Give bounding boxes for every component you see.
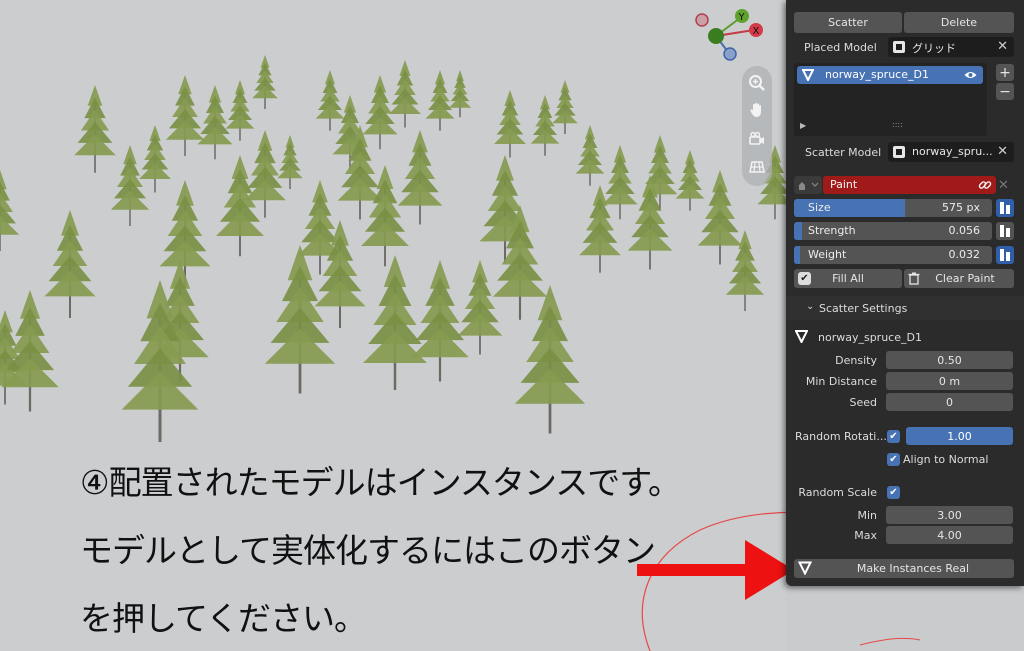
expand-triangle-icon[interactable]: ▶ <box>800 121 806 130</box>
clear-paint-label: Clear Paint <box>935 272 995 285</box>
object-icon <box>893 41 905 53</box>
fill-all-check-icon: ✔ <box>798 272 811 285</box>
strength-slider[interactable]: Strength 0.056 <box>794 222 992 240</box>
scatter-sidebar-panel: Scatter Delete Placed Model グリッド ✕ norwa… <box>786 0 1024 586</box>
make-instances-real-label: Make Instances Real <box>856 562 970 575</box>
min-label: Min <box>857 509 877 522</box>
density-label: Density <box>835 354 877 367</box>
strength-slider-fill <box>794 222 802 240</box>
scatter-button[interactable]: Scatter <box>794 12 902 33</box>
size-slider[interactable]: Size 575 px <box>794 199 992 217</box>
random-scale-label: Random Scale <box>798 486 877 499</box>
fill-all-label: Fill All <box>832 272 864 285</box>
model-list: norway_spruce_D1 ▶ :::: <box>794 63 987 136</box>
list-item-selected[interactable]: norway_spruce_D1 <box>797 66 983 84</box>
remove-item-button[interactable]: − <box>996 83 1014 100</box>
align-to-normal-label: Align to Normal <box>903 453 989 466</box>
clear-icon[interactable]: ✕ <box>997 39 1008 54</box>
weight-label: Weight <box>808 248 847 261</box>
strength-label: Strength <box>808 224 856 237</box>
seed-label: Seed <box>849 396 878 409</box>
scatter-model-field[interactable]: norway_spru... ✕ <box>888 142 1014 162</box>
strength-pressure-icon[interactable] <box>996 222 1014 240</box>
model-triangle-icon <box>798 561 812 575</box>
clear-icon[interactable]: ✕ <box>997 144 1008 159</box>
paint-attribute-field[interactable]: Paint <box>823 176 996 194</box>
max-scale-field[interactable]: 4.00 <box>886 526 1013 544</box>
weight-value: 0.032 <box>948 248 981 261</box>
scatter-model-value: norway_spru... <box>912 145 993 158</box>
weight-slider-fill <box>794 246 800 264</box>
link-icon <box>978 181 992 189</box>
remove-paint-icon[interactable]: ✕ <box>998 178 1009 193</box>
object-icon <box>893 146 905 158</box>
add-item-button[interactable]: + <box>996 64 1014 81</box>
strength-value: 0.056 <box>948 224 981 237</box>
max-label: Max <box>854 529 877 542</box>
align-to-normal-checkbox[interactable]: ✔ <box>887 453 900 466</box>
list-item-label: norway_spruce_D1 <box>825 68 929 81</box>
red-arrow-icon <box>637 540 794 600</box>
make-instances-real-button[interactable]: Make Instances Real <box>794 559 1014 578</box>
trash-icon <box>908 272 920 285</box>
list-resize-grip[interactable]: :::: <box>892 120 903 129</box>
min-scale-field[interactable]: 3.00 <box>886 506 1013 524</box>
delete-button[interactable]: Delete <box>904 12 1014 33</box>
paint-brush-icon[interactable] <box>794 176 822 194</box>
random-rotation-checkbox[interactable]: ✔ <box>887 430 900 443</box>
density-field[interactable]: 0.50 <box>886 351 1013 369</box>
random-rotation-label: Random Rotati... <box>795 430 887 443</box>
scatter-settings-label: Scatter Settings <box>819 302 908 315</box>
random-scale-checkbox[interactable]: ✔ <box>887 486 900 499</box>
size-value: 575 px <box>942 201 980 214</box>
placed-model-field[interactable]: グリッド ✕ <box>888 37 1014 57</box>
weight-pressure-icon[interactable] <box>996 246 1014 264</box>
scatter-model-label: Scatter Model <box>805 146 882 159</box>
weight-slider[interactable]: Weight 0.032 <box>794 246 992 264</box>
eye-icon <box>964 72 977 78</box>
scatter-settings-header[interactable]: ⌄ Scatter Settings <box>786 296 1024 320</box>
model-triangle-icon <box>802 69 814 81</box>
settings-model-name: norway_spruce_D1 <box>818 331 922 344</box>
chevron-down-icon: ⌄ <box>806 301 815 312</box>
random-rotation-field[interactable]: 1.00 <box>906 427 1013 445</box>
min-distance-label: Min Distance <box>805 375 877 388</box>
placed-model-label: Placed Model <box>804 41 877 54</box>
size-label: Size <box>808 201 831 214</box>
min-distance-field[interactable]: 0 m <box>886 372 1013 390</box>
fill-all-button[interactable]: ✔ Fill All <box>794 269 902 288</box>
size-pressure-icon[interactable] <box>996 199 1014 217</box>
paint-label: Paint <box>830 178 858 191</box>
clear-paint-button[interactable]: Clear Paint <box>904 269 1014 288</box>
seed-field[interactable]: 0 <box>886 393 1013 411</box>
placed-model-value: グリッド <box>912 42 956 55</box>
model-triangle-icon <box>795 330 808 343</box>
